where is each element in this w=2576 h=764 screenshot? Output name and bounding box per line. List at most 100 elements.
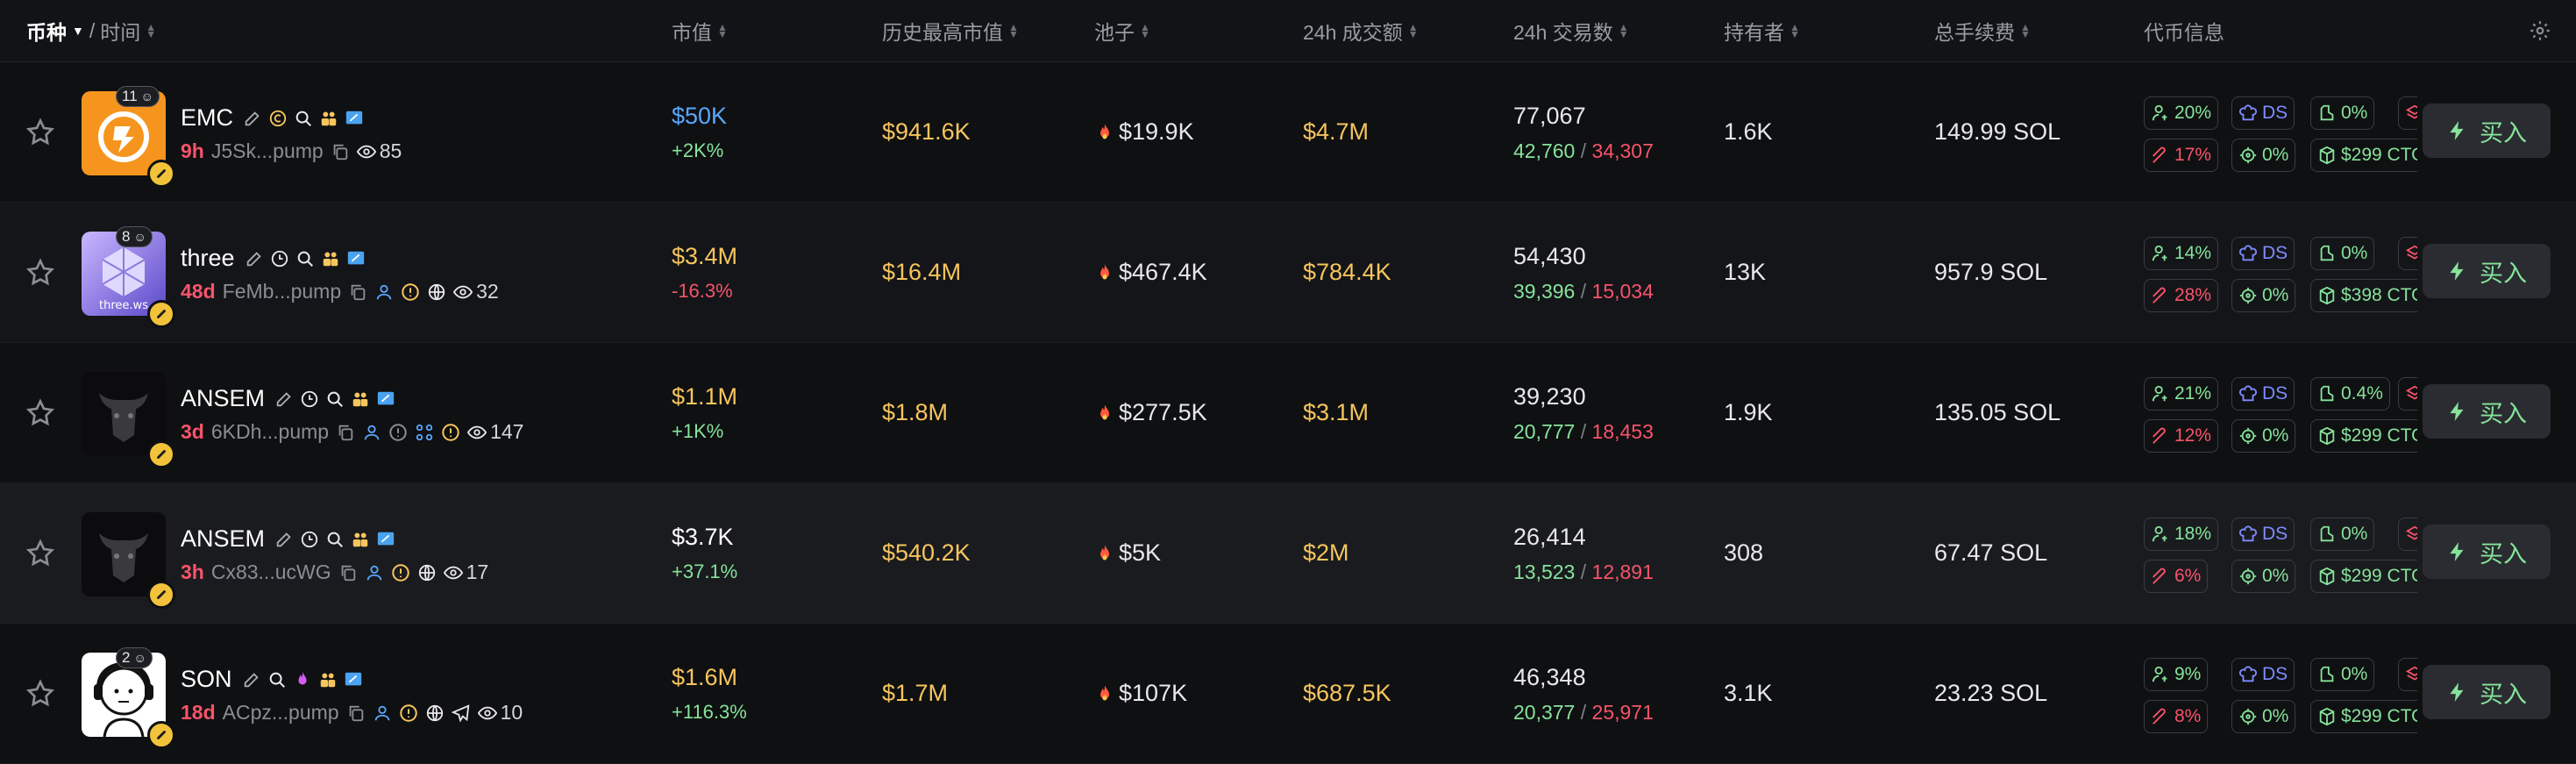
- user-icon[interactable]: [373, 703, 392, 723]
- copy-icon[interactable]: [338, 563, 358, 582]
- dex-screener-chip[interactable]: DS: [2231, 96, 2295, 130]
- chat-icon[interactable]: [346, 249, 366, 268]
- header-fees[interactable]: 总手续费 ▲ ▼: [1934, 0, 2031, 61]
- fire-icon[interactable]: [293, 670, 312, 689]
- edit-icon[interactable]: [274, 389, 294, 409]
- dev-holding-chip[interactable]: 0%: [2310, 96, 2375, 130]
- header-pool[interactable]: 池子 ▲ ▼: [1094, 0, 1150, 61]
- bundle-chip[interactable]: [2398, 658, 2417, 691]
- buy-button[interactable]: 买入: [2423, 104, 2551, 158]
- header-volume[interactable]: 24h 成交额 ▲ ▼: [1303, 0, 1419, 61]
- edit-icon[interactable]: [245, 249, 264, 268]
- bundle-chip[interactable]: [2398, 237, 2417, 270]
- table-row[interactable]: 11 ☺ EMC 9h J5Sk...pump 85 $50K +2K% $941…: [0, 62, 2576, 203]
- sniper-chip[interactable]: 0%: [2231, 419, 2296, 453]
- edit-icon[interactable]: [242, 670, 261, 689]
- globe-icon[interactable]: [425, 703, 445, 723]
- clock-icon[interactable]: [300, 389, 319, 409]
- warning-icon[interactable]: [401, 282, 420, 302]
- table-row[interactable]: 2 ☺ SON 18d ACpz...pump 10 $1.6M +116.3% …: [0, 624, 2576, 764]
- warning-icon[interactable]: [391, 563, 410, 582]
- dev-holding-chip[interactable]: 0%: [2310, 658, 2375, 691]
- clock-icon[interactable]: [300, 530, 319, 549]
- copy-icon[interactable]: [336, 423, 355, 442]
- bundle-chip[interactable]: [2398, 96, 2417, 130]
- token-address[interactable]: ACpz...pump: [223, 701, 339, 725]
- token-address[interactable]: 6KDh...pump: [211, 420, 329, 444]
- table-row[interactable]: three.ws 8 ☺ three 48d FeMb...pump 32 $3.…: [0, 203, 2576, 343]
- clock-icon[interactable]: [270, 249, 289, 268]
- community-icon[interactable]: [318, 670, 338, 689]
- search-icon[interactable]: [325, 530, 345, 549]
- bundle-chip[interactable]: [2398, 377, 2417, 411]
- favorite-star-icon[interactable]: [25, 117, 56, 148]
- edit-icon[interactable]: [243, 109, 262, 128]
- top10-holders-chip[interactable]: 14%: [2144, 237, 2219, 270]
- user-icon[interactable]: [374, 282, 394, 302]
- edit-icon[interactable]: [274, 530, 294, 549]
- warning-icon[interactable]: [441, 423, 460, 442]
- header-holders[interactable]: 持有者 ▲ ▼: [1724, 0, 1800, 61]
- search-icon[interactable]: [267, 670, 287, 689]
- search-icon[interactable]: [295, 249, 315, 268]
- header-coin[interactable]: 币种: [26, 16, 67, 46]
- dex-screener-chip[interactable]: DS: [2231, 237, 2295, 270]
- header-time[interactable]: 时间: [100, 16, 140, 46]
- dev-holding-chip[interactable]: 0.4%: [2310, 377, 2390, 411]
- user-icon[interactable]: [362, 423, 381, 442]
- community-icon[interactable]: [351, 389, 370, 409]
- copy-icon[interactable]: [346, 703, 366, 723]
- buy-button[interactable]: 买入: [2423, 665, 2551, 719]
- token-address[interactable]: Cx83...ucWG: [211, 561, 331, 584]
- sniper-chip[interactable]: 0%: [2231, 139, 2296, 172]
- table-row[interactable]: ANSEM 3h Cx83...ucWG 17 $3.7K +37.1% $54…: [0, 483, 2576, 624]
- top10-holders-chip[interactable]: 20%: [2144, 96, 2219, 130]
- sniper-chip[interactable]: 0%: [2231, 700, 2296, 733]
- telegram-icon[interactable]: [451, 703, 471, 723]
- token-name[interactable]: three: [181, 245, 235, 272]
- dex-screener-chip[interactable]: DS: [2231, 658, 2295, 691]
- insider-chip[interactable]: 28%: [2144, 279, 2219, 312]
- top10-holders-chip[interactable]: 9%: [2144, 658, 2209, 691]
- dex-screener-chip[interactable]: DS: [2231, 377, 2295, 411]
- insider-chip[interactable]: 17%: [2144, 139, 2219, 172]
- chat-icon[interactable]: [376, 530, 395, 549]
- token-address[interactable]: J5Sk...pump: [211, 139, 324, 163]
- cto-chip[interactable]: $299 CTO: [2310, 560, 2417, 593]
- search-icon[interactable]: [294, 109, 313, 128]
- search-icon[interactable]: [325, 389, 345, 409]
- dev-holding-chip[interactable]: 0%: [2310, 237, 2375, 270]
- chat-icon[interactable]: [376, 389, 395, 409]
- dev-holding-chip[interactable]: 0%: [2310, 518, 2375, 551]
- bundle-chip[interactable]: [2398, 518, 2417, 551]
- token-address[interactable]: FeMb...pump: [223, 280, 342, 303]
- sniper-chip[interactable]: 0%: [2231, 279, 2296, 312]
- header-ath[interactable]: 历史最高市值 ▲ ▼: [882, 0, 1019, 61]
- token-name[interactable]: ANSEM: [181, 525, 265, 553]
- table-row[interactable]: ANSEM 3d 6KDh...pump 147 $1.1M +1K% $1.8…: [0, 343, 2576, 483]
- cto-chip[interactable]: $299 CTO: [2310, 700, 2417, 733]
- insider-chip[interactable]: 12%: [2144, 419, 2219, 453]
- copy-icon[interactable]: [331, 142, 350, 161]
- coin-time-sort[interactable]: 币种 ▼ / 时间 ▲ ▼: [26, 0, 156, 61]
- buy-button[interactable]: 买入: [2423, 244, 2551, 298]
- copy-icon[interactable]: [348, 282, 367, 302]
- favorite-star-icon[interactable]: [25, 257, 56, 289]
- token-name[interactable]: SON: [181, 666, 232, 693]
- cto-chip[interactable]: $299 CTO: [2310, 139, 2417, 172]
- sniper-chip[interactable]: 0%: [2231, 560, 2296, 593]
- cto-chip[interactable]: $299 CTO: [2310, 419, 2417, 453]
- globe-icon[interactable]: [417, 563, 437, 582]
- buy-button[interactable]: 买入: [2423, 525, 2551, 579]
- gear-icon[interactable]: [2529, 19, 2551, 42]
- insider-chip[interactable]: 6%: [2144, 560, 2209, 593]
- coin-icon[interactable]: [268, 109, 288, 128]
- community-icon[interactable]: [321, 249, 340, 268]
- user-icon[interactable]: [365, 563, 384, 582]
- header-market-cap[interactable]: 市值 ▲ ▼: [672, 0, 728, 61]
- favorite-star-icon[interactable]: [25, 538, 56, 569]
- warning-icon[interactable]: [388, 423, 408, 442]
- token-name[interactable]: EMC: [181, 104, 233, 132]
- buy-button[interactable]: 买入: [2423, 384, 2551, 439]
- community-icon[interactable]: [319, 109, 338, 128]
